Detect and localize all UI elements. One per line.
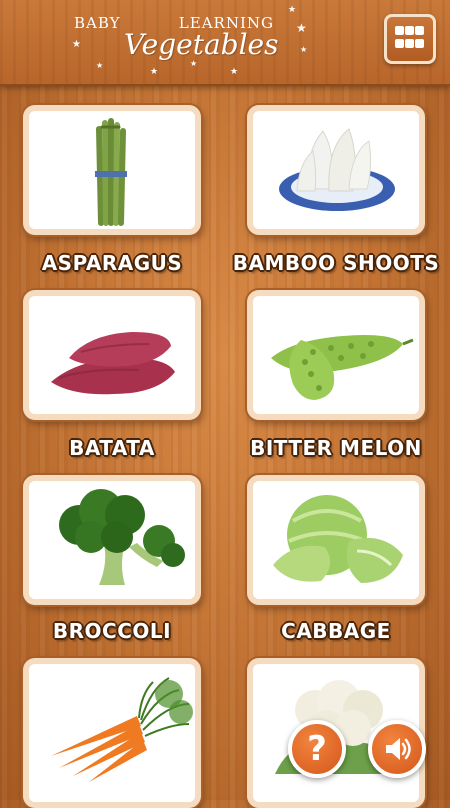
speaker-icon <box>386 738 411 760</box>
menu-grid-button[interactable] <box>384 14 436 64</box>
star-icon: ★ <box>190 59 198 68</box>
vegetable-label-batata: BATATA <box>69 436 155 460</box>
app-header: BABY LEARNING Vegetables ★ ★ ★ ★ ★ ★ ★ ★ <box>0 0 450 86</box>
vegetable-label-broccoli: BROCCOLI <box>52 619 172 643</box>
cabbage-image <box>273 495 403 583</box>
star-icon: ★ <box>230 67 239 77</box>
star-icon: ★ <box>300 45 308 54</box>
sound-button[interactable] <box>368 720 426 778</box>
bitter-melon-image <box>271 335 414 400</box>
vegetable-card-broccoli[interactable] <box>23 475 201 605</box>
bamboo-shoots-image <box>279 128 395 211</box>
question-mark-icon: ? <box>307 729 327 769</box>
vegetable-card-bamboo-shoots[interactable] <box>247 105 425 235</box>
help-button[interactable]: ? <box>288 720 346 778</box>
star-icon: ★ <box>296 21 307 35</box>
carrot-image <box>51 677 193 782</box>
vegetable-label-cabbage: CABBAGE <box>281 619 391 643</box>
asparagus-image <box>95 118 127 226</box>
vegetable-label-asparagus: ASPARAGUS <box>41 251 183 275</box>
star-icon: ★ <box>72 39 81 50</box>
vegetable-card-cabbage[interactable] <box>247 475 425 605</box>
vegetable-card-batata[interactable] <box>23 290 201 420</box>
vegetable-label-bamboo-shoots: BAMBOO SHOOTS <box>232 251 440 275</box>
vegetable-label-bitter-melon: BITTER MELON <box>250 436 422 460</box>
sweet-potato-image <box>51 332 175 395</box>
broccoli-image <box>59 489 185 585</box>
vegetable-card-bitter-melon[interactable] <box>247 290 425 420</box>
vegetable-card-asparagus[interactable] <box>23 105 201 235</box>
star-icon: ★ <box>288 5 297 15</box>
title-word-baby: BABY <box>74 14 121 32</box>
star-icon: ★ <box>150 67 159 77</box>
vegetable-card-carrot[interactable] <box>23 658 201 808</box>
star-icon: ★ <box>96 61 104 70</box>
app-title-main: Vegetables <box>124 28 279 61</box>
